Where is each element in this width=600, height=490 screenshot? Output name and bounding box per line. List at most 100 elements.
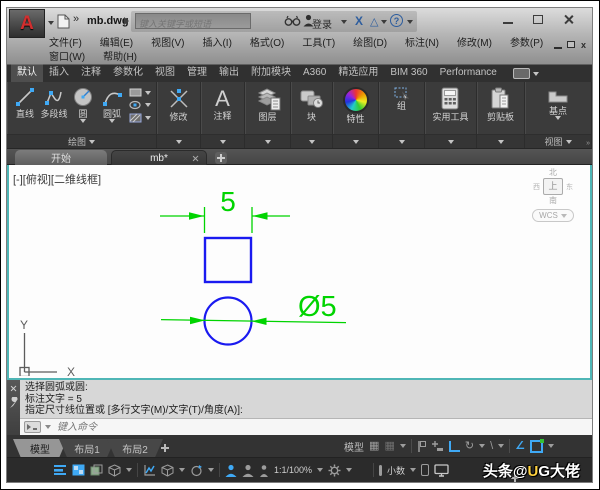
3d-osnap-icon[interactable] [108,464,121,477]
units-caret-icon[interactable] [179,468,185,472]
panel-block-footer[interactable] [291,134,332,148]
exchange-caret-icon[interactable] [381,20,387,24]
viewcube-west[interactable]: 西 [533,182,540,192]
menu-parametric[interactable]: 参数(P) [501,37,552,51]
menu-format[interactable]: 格式(O) [241,37,293,51]
graphics-perf-icon[interactable] [421,464,429,476]
scale-caret-icon[interactable] [317,468,323,472]
sign-in-caret-icon[interactable] [341,20,347,24]
osnap-caret-icon[interactable] [548,444,554,448]
new-file-icon[interactable] [57,14,70,29]
wcs-menu[interactable]: WCS [532,209,574,222]
annotation-monitor-icon[interactable] [143,464,156,476]
model-space-label[interactable]: 模型 [344,439,364,454]
ribbon-tab-a360[interactable]: A360 [297,65,332,82]
panel-expand-icon[interactable]: » [586,141,590,147]
grid-display-icon[interactable]: ▦ [384,440,394,452]
tool-clipboard[interactable]: 剪贴板 [487,84,514,122]
menu-insert[interactable]: 插入(I) [193,37,240,51]
isoplane-icon[interactable]: \ [490,440,493,452]
new-layout-button[interactable] [159,442,171,454]
viewport-controls-label[interactable]: [-][俯视][二维线框] [13,171,101,187]
workspace-gear-icon[interactable] [328,464,341,477]
panel-clipboard-footer[interactable] [477,134,524,148]
ribbon-tab-bim360[interactable]: BIM 360 [384,65,433,82]
command-close-icon[interactable] [10,385,17,392]
annotation-autoscale-icon[interactable] [190,464,203,477]
panel-view-footer[interactable]: 视图 » [525,134,591,148]
annotation-person2-icon[interactable] [242,464,254,477]
command-prompt-icon[interactable] [24,421,41,433]
arc-caret-icon[interactable] [109,119,115,123]
menu-file[interactable]: 文件(F) [40,37,91,51]
workspace-caret-icon[interactable] [346,468,352,472]
annotation-person3-icon[interactable] [259,464,269,477]
viewcube-east[interactable]: 东 [566,182,573,192]
a360-icon[interactable]: X [355,14,363,28]
tool-circle[interactable]: 圆 [69,84,98,123]
viewcube-top[interactable]: 上 [543,178,563,195]
menu-help[interactable]: 帮助(H) [94,51,146,65]
panel-layers-footer[interactable] [245,134,290,148]
selection-cycling-icon[interactable] [90,464,103,476]
ribbon-tab-output[interactable]: 输出 [213,65,245,82]
tool-group[interactable]: 组 [394,84,410,111]
exchange-apps-icon[interactable]: △ [370,15,378,28]
ribbon-tab-manage[interactable]: 管理 [181,65,213,82]
layout-tab-model[interactable]: 模型 [13,439,67,457]
tool-block[interactable]: 块 [299,84,325,122]
tool-ellipse[interactable] [129,100,151,110]
dynamic-input-icon[interactable] [417,440,426,453]
dyn-constraints-icon[interactable] [431,440,444,452]
file-tab-start[interactable]: 开始 [15,150,107,165]
new-drawing-tab-button[interactable] [215,152,227,164]
panel-group-footer[interactable] [379,134,424,148]
search-binoculars-icon[interactable] [284,14,301,27]
circle-caret-icon[interactable] [80,119,86,123]
autoscale-caret-icon[interactable] [208,468,214,472]
ribbon-tab-parametric[interactable]: 参数化 [107,65,149,82]
minimize-button[interactable] [503,22,513,24]
menu-window[interactable]: 窗口(W) [40,51,94,65]
isoplane-caret-icon[interactable] [498,444,504,448]
help-icon[interactable]: ? [390,14,403,27]
tool-modify[interactable]: 修改 [167,84,191,122]
viewcube[interactable]: 北 西 上 东 南 WCS [526,168,580,223]
tool-arc[interactable]: 圆弧 [98,84,127,123]
tool-line[interactable]: 直线 [11,84,40,119]
command-customize-wrench-icon[interactable] [9,397,19,409]
doc-minimize-icon[interactable] [554,47,562,49]
menu-tools[interactable]: 工具(T) [293,37,344,51]
units-value-caret-icon[interactable] [410,468,416,472]
tool-layers[interactable]: 图层 [255,84,281,122]
tool-rectangle[interactable] [129,88,151,97]
tool-annotate[interactable]: A 注释 [213,84,231,121]
units-cube-icon[interactable] [161,464,174,477]
menu-edit[interactable]: 编辑(E) [91,37,142,51]
layout-tab-layout2[interactable]: 布局2 [107,439,163,457]
3d-osnap-caret-icon[interactable] [126,468,132,472]
search-input[interactable] [136,17,256,31]
command-recent-caret-icon[interactable] [45,425,51,429]
ribbon-tab-featured[interactable]: 精选应用 [332,65,384,82]
search-expand-icon[interactable] [124,17,129,25]
panel-utilities-footer[interactable] [425,134,476,148]
isolate-objects-icon[interactable] [379,465,382,476]
grid-snap-icon[interactable]: ▦ [369,440,379,452]
units-value[interactable]: 小数 [387,464,405,477]
app-menu-button[interactable]: A [9,9,45,38]
object-snap-icon[interactable] [530,440,543,453]
grid-caret-icon[interactable] [400,444,406,448]
ribbon-tab-performance[interactable]: Performance [434,65,503,82]
layout-tab-layout1[interactable]: 布局1 [59,439,115,457]
ribbon-tab-home[interactable]: 默认 [11,64,43,82]
square-shape[interactable] [205,238,251,282]
ribbon-tab-view[interactable]: 视图 [149,65,181,82]
menu-dimension[interactable]: 标注(N) [396,37,448,51]
panel-properties-footer[interactable] [333,134,378,148]
command-input[interactable] [55,421,592,434]
menu-view[interactable]: 视图(V) [142,37,193,51]
tool-basepoint[interactable]: 基点 [546,84,570,120]
panel-annotate-footer[interactable] [201,134,244,148]
qat-expand-icon[interactable]: » [73,13,79,25]
